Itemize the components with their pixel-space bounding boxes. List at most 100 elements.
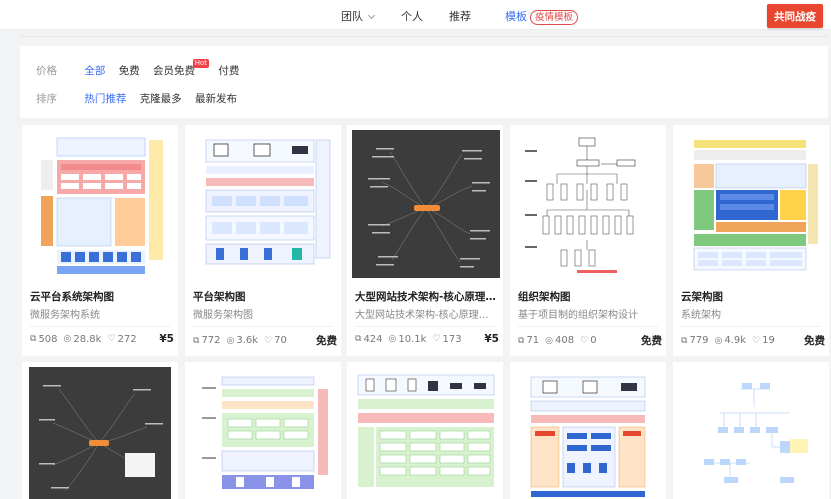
divider (681, 326, 821, 327)
price-tag: ¥5 (484, 333, 499, 345)
thumb-up-icon: ♡ (752, 335, 761, 346)
template-card[interactable] (185, 362, 341, 499)
copy-icon: ⧉ (518, 335, 525, 346)
top-nav: 团队 个人 推荐 模板 疫情模板 共同战疫 (0, 0, 831, 30)
page-count: 779 (689, 335, 709, 346)
divider (20, 36, 828, 37)
eye-icon: ◎ (714, 335, 723, 346)
cta-button[interactable]: 共同战疫 (767, 4, 823, 28)
card-title: 组织架构图 (518, 291, 571, 303)
price-option-member-free[interactable]: 会员免费 Hot (153, 59, 210, 77)
card-meta: ⧉ 508 ◎ 28.8k ♡ 272 ¥5 (30, 333, 174, 345)
sort-filter-row: 排序 热门推荐 克隆最多 最新发布 (36, 91, 247, 106)
template-thumbnail (680, 367, 822, 499)
card-desc: 微服务架构系统 (30, 310, 100, 321)
template-thumbnail (29, 367, 171, 499)
price-option-free[interactable]: 免费 (119, 65, 140, 77)
template-thumbnail (192, 130, 334, 278)
page-count: 71 (526, 335, 540, 346)
copy-icon: ⧉ (681, 335, 688, 346)
price-tag: 免费 (641, 335, 662, 347)
like-count: 70 (274, 335, 287, 346)
divider (30, 326, 170, 327)
template-card[interactable]: 平台架构图 微服务架构图 ⧉ 772 ◎ 3.6k ♡ 70 免费 (185, 125, 341, 356)
page-count: 772 (201, 335, 221, 346)
eye-icon: ◎ (63, 334, 72, 344)
chevron-down-icon (367, 11, 376, 20)
price-filter-row: 价格 全部 免费 会员免费 Hot 付费 (36, 59, 249, 78)
view-count: 408 (555, 335, 575, 346)
card-title: 大型网站技术架构-核心原理与… (355, 291, 501, 303)
thumb-up-icon: ♡ (580, 335, 589, 346)
nav-team[interactable]: 团队 (341, 8, 376, 24)
view-count: 28.8k (73, 333, 102, 345)
filter-panel: 价格 全部 免费 会员免费 Hot 付费 排序 热门推荐 克隆最多 最新发布 (20, 46, 828, 118)
nav-templates-label: 模板 (505, 10, 527, 23)
like-count: 272 (117, 333, 137, 345)
price-tag: 免费 (316, 335, 337, 347)
view-count: 3.6k (236, 335, 259, 346)
price-tag: 免费 (804, 335, 825, 347)
divider (193, 326, 333, 327)
hot-badge: Hot (192, 59, 210, 68)
eye-icon: ◎ (226, 335, 235, 346)
sort-option-newest[interactable]: 最新发布 (195, 93, 237, 105)
like-count: 173 (442, 333, 462, 345)
template-card[interactable]: 大型网站技术架构-核心原理与… 大型网站技术架构-核心原理… ⧉ 424 ◎ 10.… (347, 125, 503, 356)
divider (518, 326, 658, 327)
price-option-member-free-label: 会员免费 (153, 65, 196, 77)
sort-option-most-cloned[interactable]: 克隆最多 (140, 93, 182, 105)
template-thumbnail (517, 130, 659, 278)
nav-recommend[interactable]: 推荐 (449, 8, 471, 24)
template-thumbnail (29, 130, 171, 278)
price-option-all[interactable]: 全部 (84, 65, 105, 77)
page-count: 424 (363, 333, 383, 345)
template-thumbnail (192, 367, 334, 499)
sort-filter-label: 排序 (36, 93, 57, 105)
template-card[interactable] (510, 362, 666, 499)
price-filter-label: 价格 (36, 65, 57, 77)
nav-templates[interactable]: 模板 疫情模板 (505, 8, 579, 25)
template-thumbnail (352, 367, 500, 499)
template-card[interactable] (22, 362, 178, 499)
copy-icon: ⧉ (30, 334, 37, 344)
card-desc: 基于项目制的组织架构设计 (518, 310, 638, 321)
copy-icon: ⧉ (193, 335, 200, 346)
nav-team-label: 团队 (341, 10, 363, 23)
template-card[interactable] (673, 362, 829, 499)
view-count: 4.9k (724, 335, 747, 346)
page-count: 508 (38, 333, 58, 345)
card-meta: ⧉ 779 ◎ 4.9k ♡ 19 免费 (681, 333, 825, 348)
sort-option-hot[interactable]: 热门推荐 (84, 93, 126, 105)
card-desc: 大型网站技术架构-核心原理… (355, 310, 489, 321)
eye-icon: ◎ (545, 335, 554, 346)
thumb-up-icon: ♡ (107, 334, 116, 344)
template-thumbnail (352, 130, 500, 278)
thumb-up-icon: ♡ (264, 335, 273, 346)
template-thumbnail (517, 367, 659, 499)
price-option-paid[interactable]: 付费 (218, 65, 239, 77)
nav-personal[interactable]: 个人 (401, 8, 423, 24)
thumb-up-icon: ♡ (432, 334, 441, 344)
template-card[interactable] (347, 362, 503, 499)
card-meta: ⧉ 772 ◎ 3.6k ♡ 70 免费 (193, 333, 337, 348)
divider (355, 326, 495, 327)
like-count: 19 (762, 335, 775, 346)
card-title: 云平台系统架构图 (30, 291, 114, 303)
template-card[interactable]: 组织架构图 基于项目制的组织架构设计 ⧉ 71 ◎ 408 ♡ 0 免费 (510, 125, 666, 356)
template-thumbnail (680, 130, 822, 278)
price-tag: ¥5 (159, 333, 174, 345)
card-desc: 系统架构 (681, 310, 721, 321)
eye-icon: ◎ (388, 334, 397, 344)
templates-badge: 疫情模板 (530, 10, 579, 25)
card-desc: 微服务架构图 (193, 310, 253, 321)
view-count: 10.1k (398, 333, 427, 345)
copy-icon: ⧉ (355, 334, 362, 344)
card-meta: ⧉ 71 ◎ 408 ♡ 0 免费 (518, 333, 662, 348)
card-title: 平台架构图 (193, 291, 246, 303)
like-count: 0 (590, 335, 597, 346)
card-title: 云架构图 (681, 291, 723, 303)
template-card[interactable]: 云平台系统架构图 微服务架构系统 ⧉ 508 ◎ 28.8k ♡ 272 ¥5 (22, 125, 178, 356)
template-card[interactable]: 云架构图 系统架构 ⧉ 779 ◎ 4.9k ♡ 19 免费 (673, 125, 829, 356)
card-meta: ⧉ 424 ◎ 10.1k ♡ 173 ¥5 (355, 333, 499, 345)
